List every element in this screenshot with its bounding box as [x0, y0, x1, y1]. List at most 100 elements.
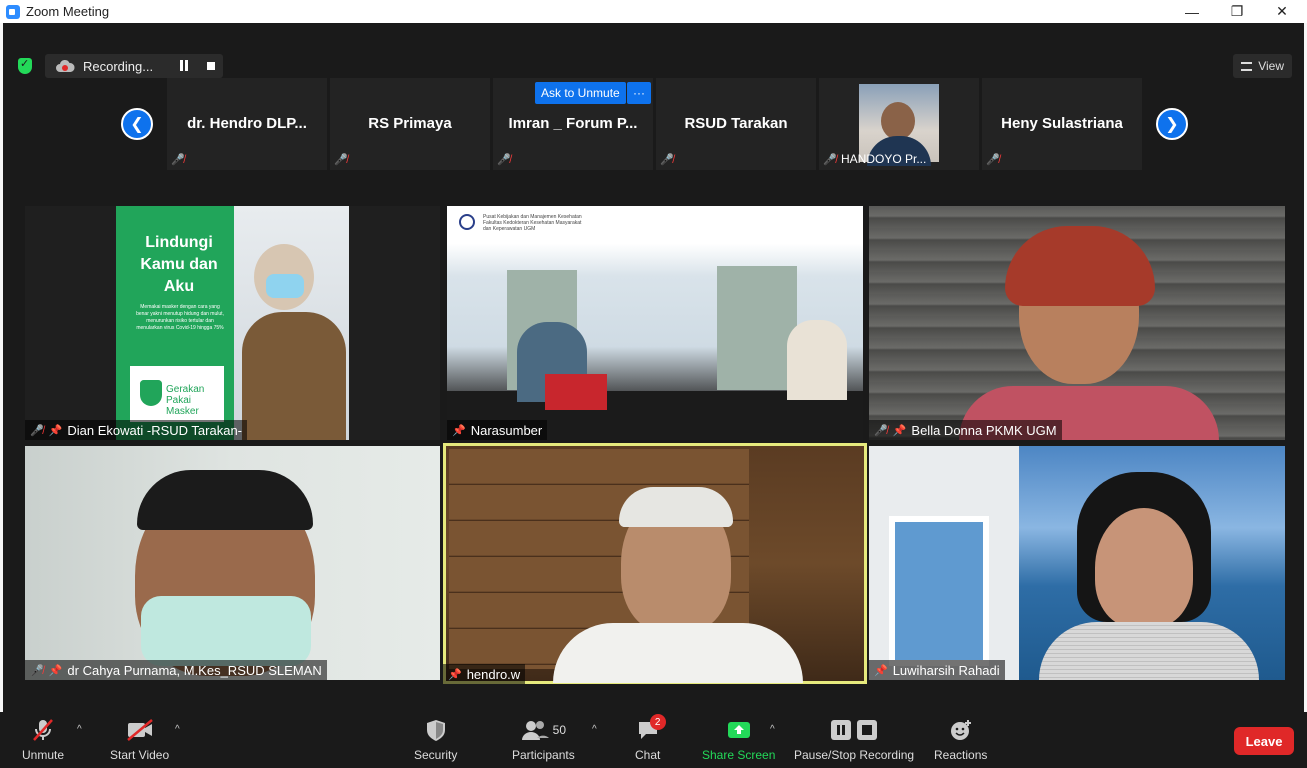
name-label: 📌 Narasumber: [447, 420, 548, 440]
leave-meeting-button[interactable]: Leave: [1234, 727, 1294, 755]
chat-button[interactable]: 2 Chat: [635, 714, 666, 762]
pin-icon: 📌: [874, 664, 888, 677]
ask-to-unmute-button[interactable]: Ask to Unmute: [535, 82, 626, 104]
meeting-toolbar: Unmute ^ Start Video ^ Security 50 Parti…: [0, 712, 1307, 768]
unmute-label: Unmute: [22, 748, 65, 762]
cloud-record-icon: [56, 59, 75, 72]
maximize-button[interactable]: ❐: [1214, 0, 1260, 23]
stop-recording-icon[interactable]: [207, 62, 215, 70]
name-label: 🎤̸ 📌 dr Cahya Purnama, M.Kes_RSUD SLEMAN: [25, 660, 327, 680]
mic-muted-icon: 🎤̸: [334, 154, 348, 166]
more-options-button[interactable]: ···: [627, 82, 651, 104]
strip-tile[interactable]: dr. Hendro DLP... 🎤̸: [167, 78, 327, 170]
name-label: 📌 Luwiharsih Rahadi: [869, 660, 1005, 680]
strip-tile[interactable]: RS Primaya 🎤̸: [330, 78, 490, 170]
participants-label: Participants: [512, 748, 575, 762]
window-background: [889, 516, 989, 666]
video-tile[interactable]: Pusat Kebijakan dan Manajemen Kesehatan …: [447, 206, 863, 440]
name-label: 🎤̸ 📌 Dian Ekowati -RSUD Tarakan-: [25, 420, 248, 440]
share-screen-label: Share Screen: [702, 748, 776, 762]
participant-mask: [141, 596, 311, 666]
video-tile-active-speaker[interactable]: 📌 hendro.w: [443, 443, 867, 684]
participant-name: hendro.w: [466, 666, 521, 682]
pause-stop-recording-button[interactable]: Pause/Stop Recording: [794, 718, 914, 762]
pause-stop-icons: [831, 718, 878, 742]
poster-logo-text: Gerakan Pakai Masker: [166, 384, 205, 417]
chevron-left-icon: ❮: [130, 116, 144, 133]
pause-recording-icon[interactable]: [180, 60, 183, 71]
strip-tile[interactable]: Heny Sulastriana 🎤̸: [982, 78, 1142, 170]
recording-text: Recording...: [83, 58, 154, 74]
video-tile[interactable]: Lindungi Kamu dan Aku Memakai masker den…: [25, 206, 440, 440]
participant-shirt: [553, 623, 803, 683]
unmute-button[interactable]: Unmute: [22, 718, 64, 762]
mic-muted-icon: [31, 718, 55, 742]
view-button[interactable]: View: [1233, 54, 1292, 78]
video-options-caret-icon[interactable]: ^: [175, 724, 180, 735]
pause-recording-icon-bar: [185, 60, 188, 71]
poster-title: Lindungi Kamu dan Aku: [140, 234, 218, 295]
mic-muted-icon: 🎤̸: [30, 664, 44, 677]
title-bar: Zoom Meeting — ❐ ✕: [0, 0, 1307, 23]
participant-name: Luwiharsih Rahadi: [892, 662, 1000, 678]
reactions-label: Reactions: [934, 748, 988, 762]
security-label: Security: [414, 748, 458, 762]
chat-label: Chat: [635, 748, 661, 762]
strip-tile[interactable]: 🎤̸ HANDOYO Pr...: [819, 78, 979, 170]
poster-image: Lindungi Kamu dan Aku Memakai masker den…: [116, 206, 349, 440]
participant-name: Imran _ Forum P...: [508, 115, 638, 132]
mic-muted-icon: 🎤̸: [497, 154, 511, 166]
video-tile[interactable]: 📌 Luwiharsih Rahadi: [869, 446, 1285, 680]
audio-options-caret-icon[interactable]: ^: [77, 724, 82, 735]
video-tile[interactable]: 🎤̸ 📌 Bella Donna PKMK UGM: [869, 206, 1285, 440]
minimize-button[interactable]: —: [1169, 0, 1215, 23]
chevron-right-icon: ❯: [1165, 116, 1179, 133]
share-options-caret-icon[interactable]: ^: [770, 724, 775, 735]
mic-muted-icon: 🎤̸: [30, 424, 44, 437]
name-label: 🎤̸ 📌 Bella Donna PKMK UGM: [869, 420, 1062, 440]
close-button[interactable]: ✕: [1259, 0, 1305, 23]
zoom-app-icon: [6, 4, 20, 19]
participant-hair: [1005, 226, 1155, 306]
participant-name: HANDOYO Pr...: [841, 152, 927, 166]
participants-button[interactable]: 50 Participants: [512, 718, 575, 762]
strip-tile[interactable]: RSUD Tarakan 🎤̸: [656, 78, 816, 170]
participant-name: RSUD Tarakan: [684, 115, 788, 132]
start-video-button[interactable]: Start Video: [110, 718, 169, 762]
participant-name: dr Cahya Purnama, M.Kes_RSUD SLEMAN: [67, 662, 322, 678]
mic-muted-icon: 🎤̸: [874, 424, 888, 437]
banner-line: dan Keperawatan UGM: [483, 226, 536, 232]
pin-icon: 📌: [48, 424, 63, 437]
ugm-logo-icon: [459, 214, 475, 230]
participant-name: RS Primaya: [368, 115, 452, 132]
reactions-button[interactable]: Reactions: [934, 718, 987, 762]
stop-icon: [857, 720, 878, 740]
building-right: [717, 266, 797, 390]
participant-name: Narasumber: [470, 422, 543, 438]
window-title: Zoom Meeting: [26, 4, 110, 19]
participant-name: Dian Ekowati -RSUD Tarakan-: [67, 422, 243, 438]
encryption-shield-icon[interactable]: [18, 57, 32, 74]
previous-page-button[interactable]: ❮: [121, 108, 153, 140]
mic-muted-icon: 🎤̸: [660, 154, 674, 166]
participants-count: 50: [552, 723, 567, 737]
reactions-smiley-icon: [949, 718, 973, 742]
speaker-2: [787, 320, 847, 400]
participant-shirt: [1039, 622, 1259, 680]
participants-options-caret-icon[interactable]: ^: [592, 724, 597, 735]
video-tile[interactable]: 🎤̸ 📌 dr Cahya Purnama, M.Kes_RSUD SLEMAN: [25, 446, 440, 680]
participant-video-thumbnail: [859, 84, 939, 166]
next-page-button[interactable]: ❯: [1156, 108, 1188, 140]
pin-icon: 📌: [452, 424, 466, 437]
chat-unread-badge: 2: [649, 714, 666, 730]
share-screen-button[interactable]: Share Screen: [702, 718, 775, 762]
banner-text: Pusat Kebijakan dan Manajemen Kesehatan …: [483, 214, 582, 232]
security-button[interactable]: Security: [414, 718, 457, 762]
pin-icon: 📌: [48, 664, 63, 677]
pin-icon: 📌: [892, 424, 907, 437]
participant-hair: [619, 487, 733, 527]
name-label: 📌 hendro.w: [443, 664, 526, 684]
pin-icon: 📌: [448, 668, 462, 681]
video-off-icon: [126, 718, 154, 742]
recording-indicator: Recording...: [45, 54, 223, 78]
